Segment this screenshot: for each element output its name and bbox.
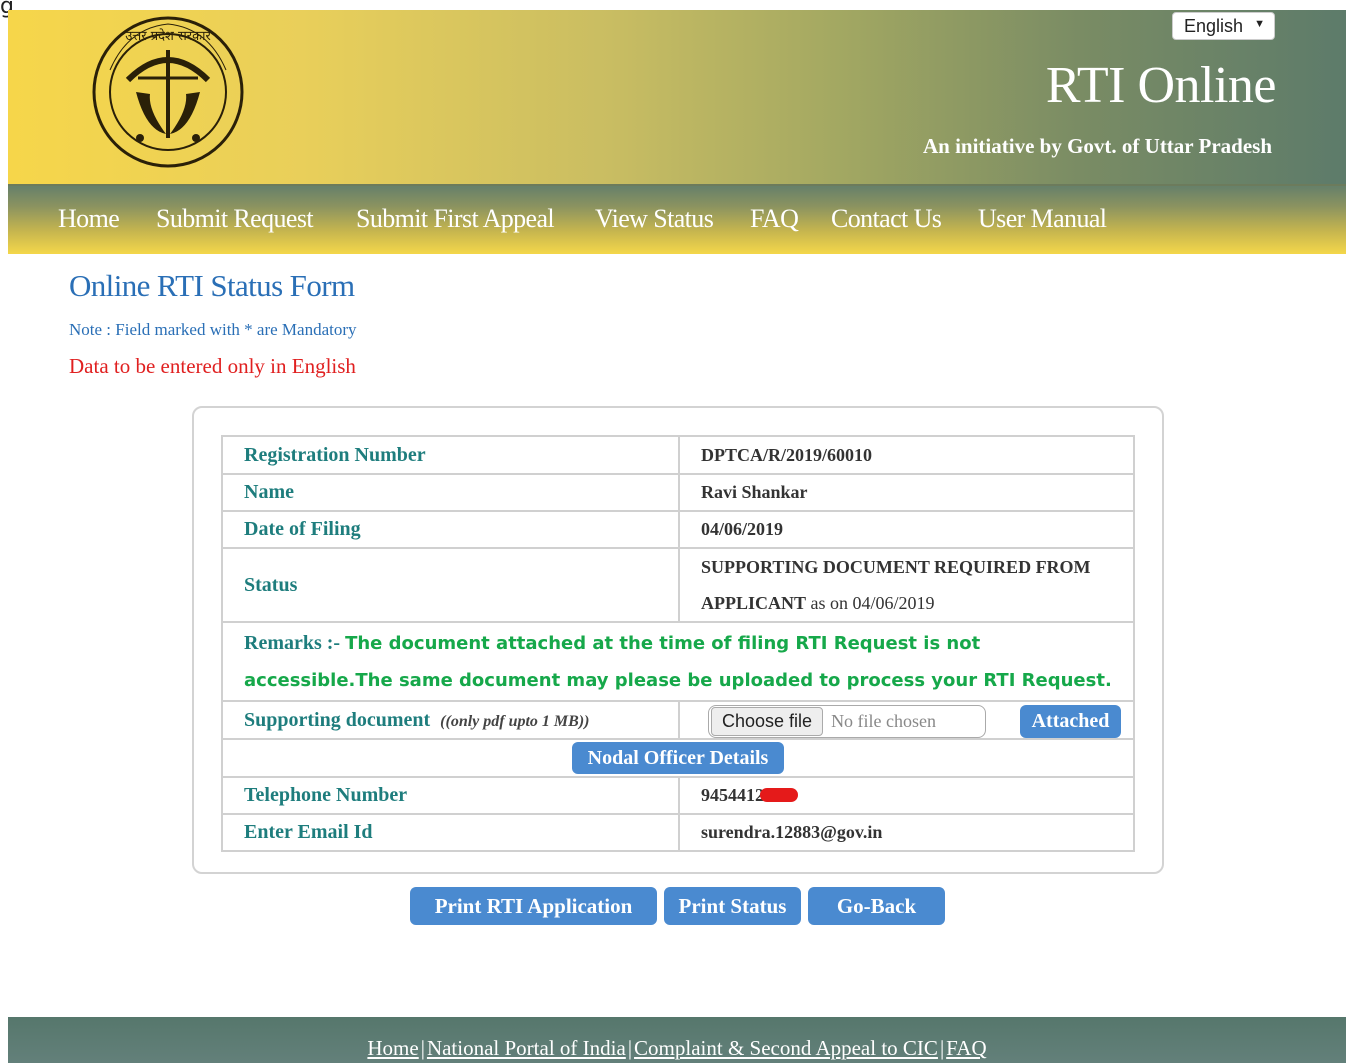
supporting-label-cell: Supporting document ((only pdf upto 1 MB)… bbox=[221, 700, 680, 740]
table-row: Name Ravi Shankar bbox=[221, 473, 1135, 512]
table-row: Remarks :- The document attached at the … bbox=[221, 621, 1135, 702]
footer-separator: | bbox=[939, 1036, 945, 1060]
footer-link-home[interactable]: Home bbox=[367, 1036, 418, 1063]
file-input[interactable]: Choose file No file chosen bbox=[708, 705, 986, 738]
file-upload-wrap: Choose file No file chosen Attached bbox=[680, 702, 1133, 738]
footer-link-faq[interactable]: FAQ bbox=[946, 1036, 986, 1063]
mandatory-note: Note : Field marked with * are Mandatory bbox=[69, 320, 357, 339]
telephone-value: 9454412 bbox=[701, 785, 764, 805]
go-back-button[interactable]: Go-Back bbox=[808, 887, 945, 925]
status-label: Status bbox=[221, 547, 680, 623]
top-strip bbox=[0, 0, 1346, 10]
redaction-mark bbox=[760, 788, 798, 802]
table-row: Nodal Officer Details bbox=[221, 738, 1135, 778]
table-row: Date of Filing 04/06/2019 bbox=[221, 510, 1135, 549]
english-only-warning: Data to be entered only in English bbox=[69, 354, 356, 378]
attached-button[interactable]: Attached bbox=[1020, 705, 1121, 738]
table-row: Enter Email Id surendra.12883@gov.in bbox=[221, 813, 1135, 852]
site-subtitle: An initiative by Govt. of Uttar Pradesh bbox=[922, 134, 1272, 158]
registration-value: DPTCA/R/2019/60010 bbox=[678, 435, 1135, 475]
status-line-1: SUPPORTING DOCUMENT REQUIRED FROM bbox=[701, 557, 1091, 577]
main-nav: Home Submit Request Submit First Appeal … bbox=[8, 184, 1346, 254]
status-value: SUPPORTING DOCUMENT REQUIRED FROM APPLIC… bbox=[678, 547, 1135, 623]
table-row: Telephone Number 9454412 bbox=[221, 776, 1135, 815]
site-title: RTI Online bbox=[1045, 57, 1277, 114]
footer-link-cic[interactable]: Complaint & Second Appeal to CIC bbox=[634, 1036, 938, 1063]
nodal-cell: Nodal Officer Details bbox=[221, 738, 1135, 778]
nav-submit-request[interactable]: Submit Request bbox=[156, 204, 314, 234]
remarks-label: Remarks :- bbox=[244, 632, 346, 654]
footer-separator: | bbox=[420, 1036, 425, 1060]
email-label: Enter Email Id bbox=[221, 813, 680, 852]
date-value: 04/06/2019 bbox=[678, 510, 1135, 549]
supporting-hint: ((only pdf upto 1 MB)) bbox=[440, 712, 590, 730]
language-select[interactable]: English ▼ bbox=[1172, 12, 1275, 40]
table-row: Registration Number DPTCA/R/2019/60010 bbox=[221, 435, 1135, 475]
site-header: उत्तर प्रदेश सरकार English ▼ RTI Online … bbox=[8, 10, 1346, 184]
table-row: Supporting document ((only pdf upto 1 MB)… bbox=[221, 700, 1135, 740]
no-file-text: No file chosen bbox=[831, 711, 937, 731]
language-select-value: English bbox=[1184, 15, 1244, 36]
page-title: Online RTI Status Form bbox=[69, 268, 355, 303]
remarks-text: The document attached at the time of fil… bbox=[244, 633, 1112, 691]
nav-home[interactable]: Home bbox=[58, 204, 120, 234]
supporting-label: Supporting document bbox=[244, 708, 431, 731]
print-rti-application-button[interactable]: Print RTI Application bbox=[410, 887, 657, 925]
nav-contact-us[interactable]: Contact Us bbox=[831, 204, 942, 234]
nodal-officer-details-button[interactable]: Nodal Officer Details bbox=[571, 742, 785, 774]
status-line-2-text: APPLICANT bbox=[701, 593, 807, 613]
telephone-value-cell: 9454412 bbox=[678, 776, 1135, 815]
table-row: Status SUPPORTING DOCUMENT REQUIRED FROM… bbox=[221, 547, 1135, 623]
svg-text:उत्तर प्रदेश सरकार: उत्तर प्रदेश सरकार bbox=[125, 28, 211, 44]
caret-down-icon: ▼ bbox=[1254, 18, 1265, 30]
status-table: Registration Number DPTCA/R/2019/60010 N… bbox=[221, 435, 1135, 852]
remarks-cell: Remarks :- The document attached at the … bbox=[221, 621, 1135, 702]
nav-user-manual[interactable]: User Manual bbox=[978, 204, 1107, 234]
registration-label: Registration Number bbox=[221, 435, 680, 475]
footer-separator: | bbox=[627, 1036, 633, 1060]
nav-view-status[interactable]: View Status bbox=[595, 204, 714, 234]
date-label: Date of Filing bbox=[221, 510, 680, 549]
nav-submit-first-appeal[interactable]: Submit First Appeal bbox=[356, 204, 555, 234]
name-label: Name bbox=[221, 473, 680, 512]
state-emblem-icon: उत्तर प्रदेश सरकार bbox=[92, 16, 244, 168]
print-status-button[interactable]: Print Status bbox=[664, 887, 801, 925]
supporting-upload-cell: Choose file No file chosen Attached bbox=[678, 700, 1135, 740]
status-as-on: as on 04/06/2019 bbox=[806, 593, 935, 613]
nav-faq[interactable]: FAQ bbox=[750, 204, 799, 234]
footer-link-national-portal[interactable]: National Portal of India bbox=[427, 1036, 626, 1063]
choose-file-button[interactable]: Choose file bbox=[711, 707, 824, 736]
site-footer: Home | National Portal of India | Complain… bbox=[8, 1017, 1346, 1063]
email-value: surendra.12883@gov.in bbox=[678, 813, 1135, 852]
telephone-label: Telephone Number bbox=[221, 776, 680, 815]
status-line-2: APPLICANT as on 04/06/2019 bbox=[701, 585, 1133, 621]
name-value: Ravi Shankar bbox=[678, 473, 1135, 512]
